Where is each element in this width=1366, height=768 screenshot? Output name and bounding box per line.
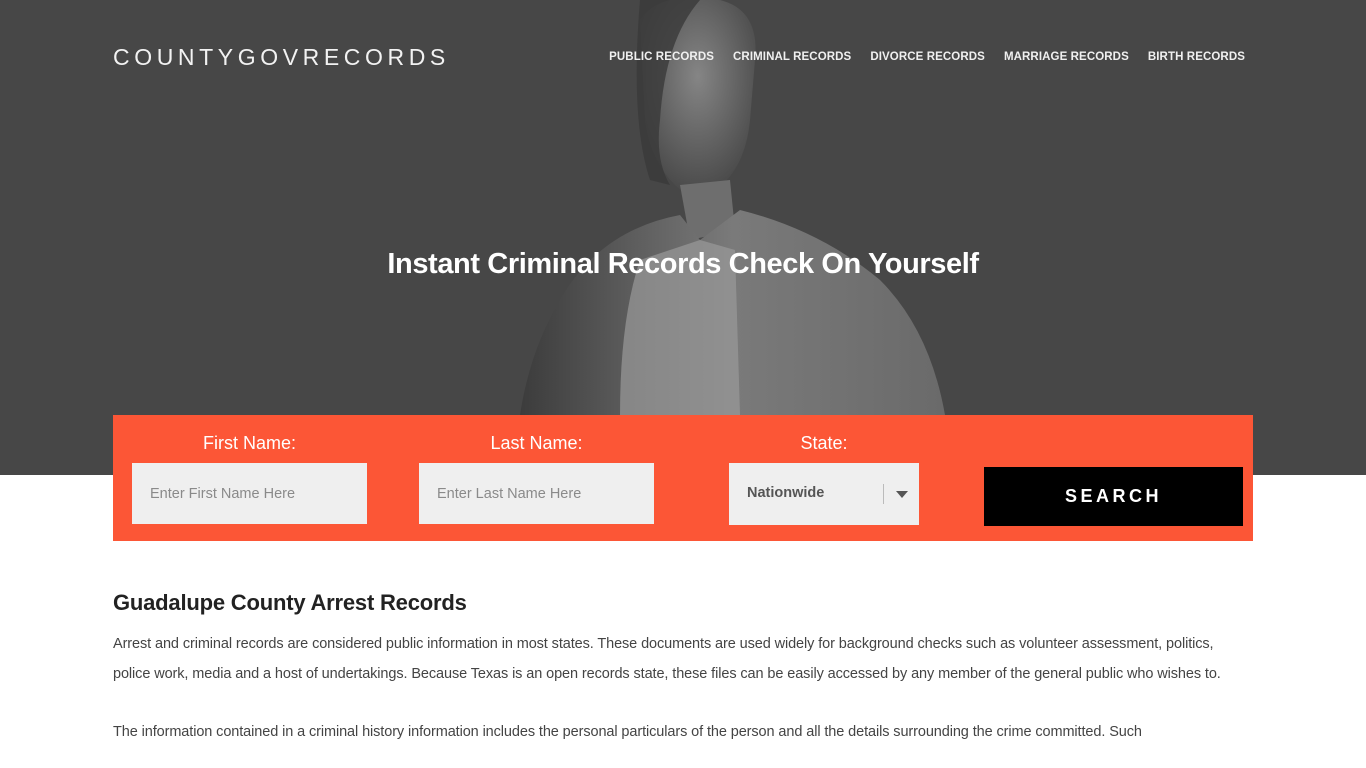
state-select[interactable]: Nationwide — [729, 463, 919, 525]
article-heading: Guadalupe County Arrest Records — [113, 590, 467, 615]
article-paragraph: Arrest and criminal records are consider… — [113, 636, 1221, 682]
article: Guadalupe County Arrest Records Arrest a… — [113, 590, 1253, 768]
site-logo[interactable]: COUNTYGOVRECORDS — [113, 44, 450, 71]
first-name-label: First Name: — [202, 433, 296, 453]
person-photo-icon — [520, 0, 945, 415]
search-button[interactable]: SEARCH — [984, 467, 1243, 526]
nav-public-records[interactable]: PUBLIC RECORDS — [609, 51, 714, 63]
nav-birth-records[interactable]: BIRTH RECORDS — [1148, 51, 1245, 63]
select-divider — [883, 484, 884, 504]
nav-marriage-records[interactable]: MARRIAGE RECORDS — [1004, 51, 1129, 63]
last-name-label: Last Name: — [490, 433, 583, 453]
main-nav: PUBLIC RECORDS CRIMINAL RECORDS DIVORCE … — [590, 51, 1245, 63]
first-name-input[interactable] — [132, 463, 367, 524]
nav-criminal-records[interactable]: CRIMINAL RECORDS — [733, 51, 851, 63]
last-name-input[interactable] — [419, 463, 654, 524]
nav-divorce-records[interactable]: DIVORCE RECORDS — [870, 51, 985, 63]
state-selected-value: Nationwide — [747, 485, 825, 501]
article-paragraph: The information contained in a criminal … — [113, 724, 1142, 740]
chevron-down-icon — [896, 491, 908, 498]
search-form: First Name: Last Name: State: Nationwide… — [113, 415, 1253, 541]
hero-title: Instant Criminal Records Check On Yourse… — [387, 248, 979, 280]
hero-section: COUNTYGOVRECORDS PUBLIC RECORDS CRIMINAL… — [0, 0, 1366, 475]
state-label: State: — [800, 433, 848, 453]
